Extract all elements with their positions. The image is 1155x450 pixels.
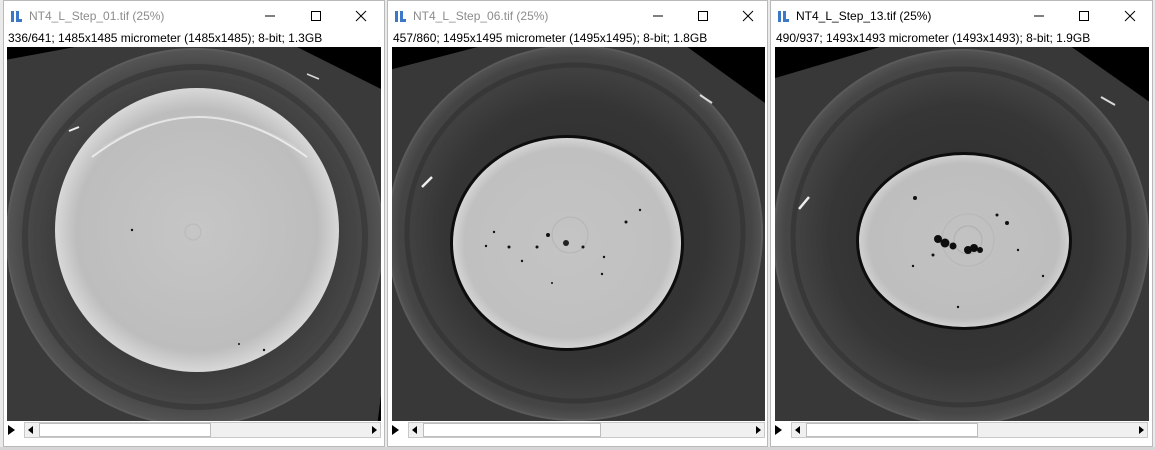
scroll-thumb[interactable]: [423, 423, 601, 437]
scroll-right-icon[interactable]: [1139, 426, 1144, 434]
inner-core: [859, 155, 1069, 327]
ct-slice-image: [7, 47, 381, 421]
image-canvas[interactable]: [775, 47, 1149, 421]
title-bar[interactable]: NT4_L_Step_01.tif (25%): [4, 1, 384, 31]
maximize-icon: [1079, 11, 1089, 21]
close-icon: [355, 10, 367, 22]
minimize-button[interactable]: [1017, 1, 1061, 31]
minimize-icon: [265, 15, 275, 17]
image-info: 457/860; 1495x1495 micrometer (1495x1495…: [393, 31, 708, 45]
title-bar[interactable]: NT4_L_Step_06.tif (25%): [388, 1, 767, 31]
slice-controls: [771, 422, 1152, 440]
slice-scrollbar[interactable]: [791, 422, 1148, 438]
close-button[interactable]: [1108, 1, 1152, 31]
close-button[interactable]: [726, 1, 767, 31]
image-info: 490/937; 1493x1493 micrometer (1493x1493…: [776, 31, 1091, 45]
slice-controls: [388, 422, 767, 440]
scroll-left-icon[interactable]: [412, 426, 417, 434]
scroll-left-icon[interactable]: [28, 426, 33, 434]
window-title: NT4_L_Step_01.tif (25%): [29, 9, 165, 23]
play-icon[interactable]: [392, 425, 399, 435]
maximize-button[interactable]: [681, 1, 725, 31]
slice-scrollbar[interactable]: [408, 422, 765, 438]
title-bar[interactable]: NT4_L_Step_13.tif (25%): [771, 1, 1152, 31]
play-icon[interactable]: [775, 425, 782, 435]
imagej-icon: [394, 10, 407, 23]
imagej-icon: [10, 10, 23, 23]
close-icon: [1124, 10, 1136, 22]
close-button[interactable]: [339, 1, 383, 31]
image-canvas[interactable]: [392, 47, 765, 421]
maximize-icon: [311, 11, 321, 21]
ct-slice-image: [392, 47, 765, 421]
minimize-button[interactable]: [248, 1, 292, 31]
scroll-right-icon[interactable]: [372, 426, 377, 434]
play-icon[interactable]: [8, 425, 15, 435]
imagej-icon: [777, 10, 790, 23]
image-window-2[interactable]: NT4_L_Step_06.tif (25%) 457/860; 1495x14…: [387, 0, 768, 447]
ct-slice-image: [775, 47, 1149, 421]
scroll-thumb[interactable]: [806, 423, 978, 437]
image-canvas[interactable]: [7, 47, 381, 421]
close-icon: [742, 10, 754, 22]
slice-scrollbar[interactable]: [24, 422, 381, 438]
maximize-button[interactable]: [1062, 1, 1106, 31]
scroll-thumb[interactable]: [39, 423, 211, 437]
maximize-icon: [698, 11, 708, 21]
slice-controls: [4, 422, 384, 440]
window-title: NT4_L_Step_13.tif (25%): [796, 9, 932, 23]
image-window-3[interactable]: NT4_L_Step_13.tif (25%) 490/937; 1493x14…: [770, 0, 1153, 447]
minimize-button[interactable]: [636, 1, 680, 31]
window-title: NT4_L_Step_06.tif (25%): [413, 9, 549, 23]
image-window-1[interactable]: NT4_L_Step_01.tif (25%) 336/641; 1485x14…: [3, 0, 385, 447]
inner-core: [55, 88, 339, 372]
minimize-icon: [653, 15, 663, 17]
scroll-left-icon[interactable]: [795, 426, 800, 434]
minimize-icon: [1034, 15, 1044, 17]
scroll-right-icon[interactable]: [756, 426, 761, 434]
maximize-button[interactable]: [294, 1, 338, 31]
image-info: 336/641; 1485x1485 micrometer (1485x1485…: [8, 31, 323, 45]
